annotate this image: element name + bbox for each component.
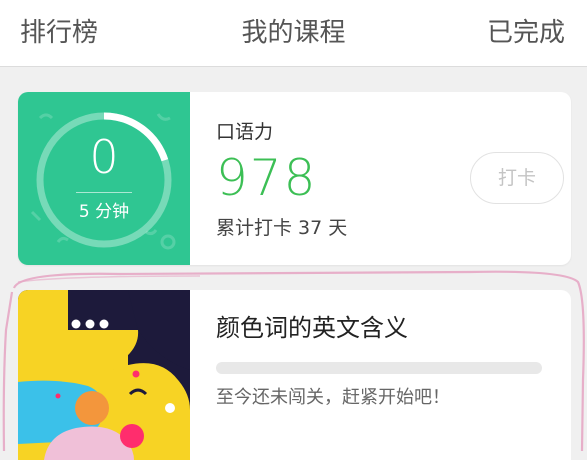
timer-label: 5 分钟	[78, 202, 130, 222]
checkin-summary: 累计打卡 37 天	[216, 217, 348, 239]
lesson-title: 颜色词的英文含义	[216, 314, 408, 342]
lesson-thumbnail-icon	[18, 290, 190, 460]
skill-name: 口语力	[216, 121, 274, 143]
lesson-progress-bar	[216, 362, 542, 374]
timer-value: 0	[89, 130, 119, 184]
daily-practice-card[interactable]: 0 5 分钟 口语力 978 累计打卡 37 天 打卡	[18, 92, 571, 265]
lesson-status: 至今还未闯关，赶紧开始吧！	[216, 387, 450, 408]
lesson-card[interactable]: 颜色词的英文含义 至今还未闯关，赶紧开始吧！	[18, 290, 571, 460]
checkin-button[interactable]: 打卡	[470, 152, 564, 204]
top-navigation-bar: 排行榜 我的课程 已完成	[0, 0, 587, 67]
completed-tab[interactable]: 已完成	[487, 16, 565, 50]
timer-divider	[76, 192, 132, 193]
skill-info: 口语力 978 累计打卡 37 天 打卡	[216, 92, 571, 265]
timer-panel: 0 5 分钟	[18, 92, 190, 265]
skill-score: 978	[216, 149, 318, 207]
